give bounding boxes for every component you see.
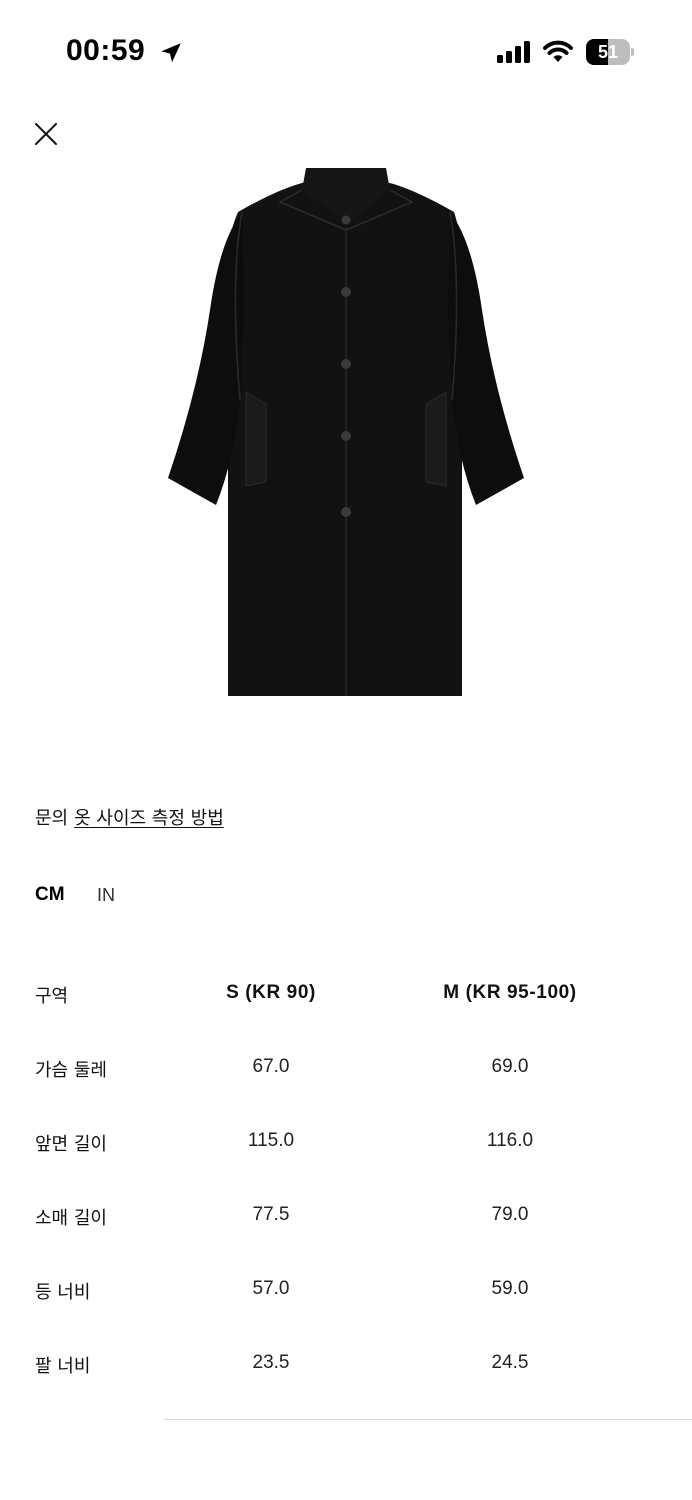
- cell-size-s: 23.5: [252, 1352, 290, 1373]
- size-table: 구역 S (KR 90) M (KR 95-100) 가슴 둘레 67.0 69…: [0, 960, 692, 1404]
- help-links: 문의 옷 사이즈 측정 방법: [35, 804, 224, 830]
- table-row: 팔 너비 23.5 24.5: [0, 1330, 692, 1404]
- measurement-guide-link[interactable]: 옷 사이즈 측정 방법: [74, 804, 224, 830]
- status-time: 00:59: [66, 34, 146, 67]
- row-label: 팔 너비: [35, 1356, 91, 1377]
- contact-link[interactable]: 문의: [35, 804, 68, 830]
- cell-size-m: 79.0: [491, 1204, 529, 1225]
- cell-size-s: 115.0: [247, 1130, 295, 1151]
- battery-indicator: 51: [586, 39, 634, 65]
- wifi-icon: [543, 40, 573, 62]
- location-arrow-icon: [161, 43, 181, 63]
- header-size-m: M (KR 95-100): [443, 982, 577, 1003]
- header-size-s: S (KR 90): [226, 982, 316, 1003]
- status-bar: 00:59 51: [0, 0, 692, 100]
- header-area: 구역: [35, 986, 69, 1007]
- cellular-signal-icon: [497, 41, 530, 63]
- table-row: 소매 길이 77.5 79.0: [0, 1182, 692, 1256]
- product-image: [168, 168, 524, 696]
- cell-size-s: 67.0: [252, 1056, 290, 1077]
- divider: [164, 1419, 692, 1420]
- cell-size-m: 59.0: [491, 1278, 529, 1299]
- table-row: 등 너비 57.0 59.0: [0, 1256, 692, 1330]
- cell-size-s: 77.5: [252, 1204, 290, 1225]
- battery-body: 51: [586, 39, 630, 65]
- battery-cap: [631, 48, 634, 56]
- row-label: 앞면 길이: [35, 1134, 107, 1155]
- battery-level: 51: [597, 42, 619, 62]
- unit-in-option[interactable]: IN: [97, 885, 115, 906]
- unit-cm-option[interactable]: CM: [35, 884, 65, 905]
- cell-size-m: 116.0: [486, 1130, 534, 1151]
- close-icon[interactable]: [28, 116, 64, 152]
- row-label: 등 너비: [35, 1282, 91, 1303]
- table-row: 앞면 길이 115.0 116.0: [0, 1108, 692, 1182]
- row-label: 소매 길이: [35, 1208, 107, 1229]
- table-header-row: 구역 S (KR 90) M (KR 95-100): [0, 960, 692, 1034]
- unit-toggle: CM IN: [35, 884, 115, 906]
- table-row: 가슴 둘레 67.0 69.0: [0, 1034, 692, 1108]
- cell-size-m: 24.5: [491, 1352, 529, 1373]
- cell-size-m: 69.0: [491, 1056, 529, 1077]
- row-label: 가슴 둘레: [35, 1060, 107, 1081]
- cell-size-s: 57.0: [252, 1278, 290, 1299]
